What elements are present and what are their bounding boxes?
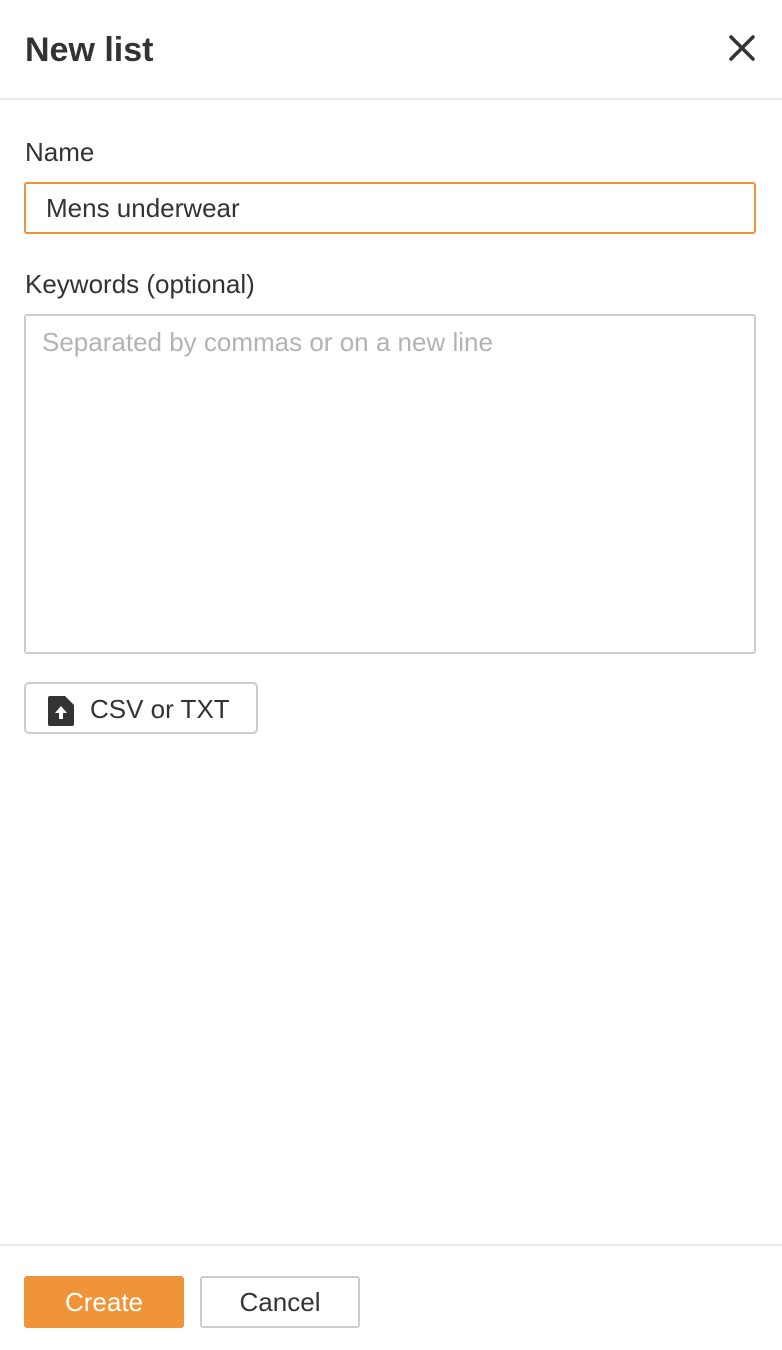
close-icon (722, 28, 762, 68)
keywords-textarea[interactable] (24, 314, 756, 654)
cancel-button[interactable]: Cancel (200, 1276, 360, 1328)
name-label: Name (25, 137, 95, 167)
keywords-label: Keywords (optional) (25, 269, 255, 299)
file-upload-icon (48, 696, 74, 726)
dialog-header: New list (0, 0, 782, 100)
dialog-title: New list (25, 31, 154, 69)
upload-button-label: CSV or TXT (90, 694, 230, 724)
name-input[interactable] (24, 182, 756, 234)
close-button[interactable] (722, 28, 762, 68)
create-button[interactable]: Create (24, 1276, 184, 1328)
upload-csv-txt-button[interactable]: CSV or TXT (24, 682, 258, 734)
new-list-dialog: New list Name Keywords (optional) CSV or… (0, 0, 782, 1350)
